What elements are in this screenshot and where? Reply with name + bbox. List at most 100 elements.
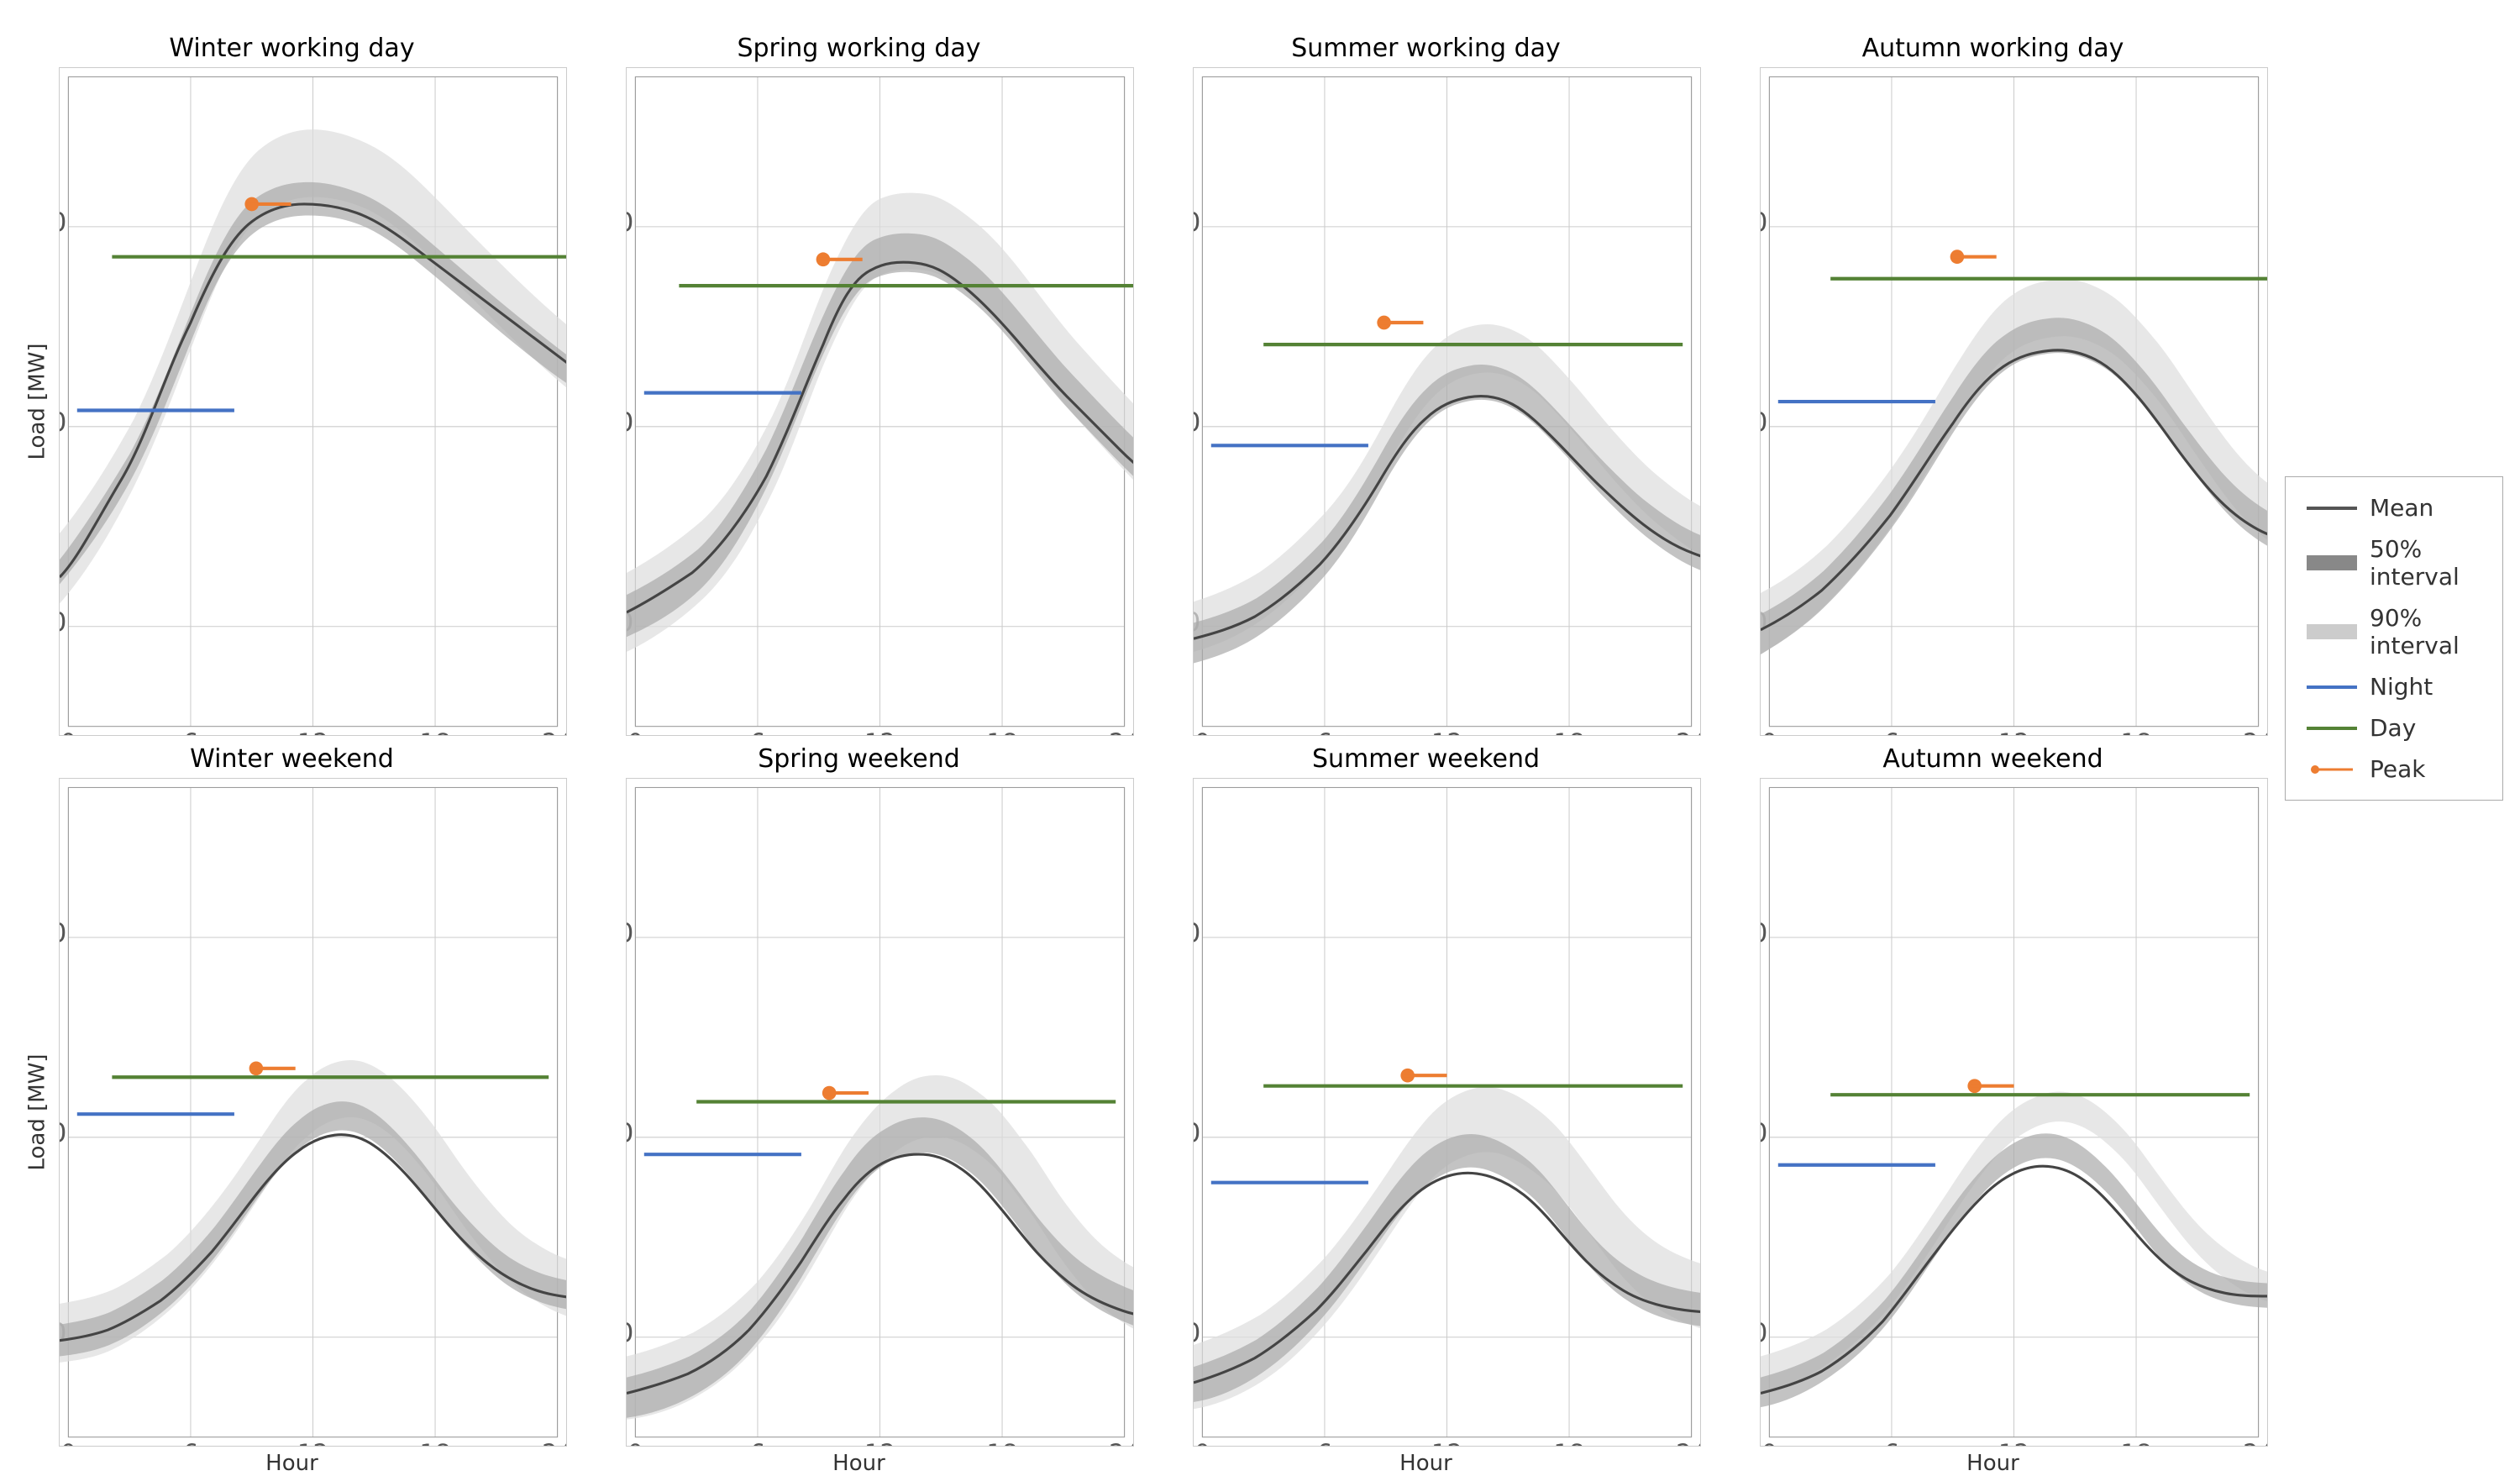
svg-text:0: 0 [627,728,643,735]
chart-spring-working: Spring working day600080001000006121824 [584,34,1134,736]
chart-title-summer-weekend: Summer weekend [1312,744,1540,774]
legend-line-4 [2307,727,2357,730]
svg-text:18: 18 [987,728,1018,735]
svg-text:8000: 8000 [627,407,633,438]
legend-line-0 [2307,507,2357,510]
legend-item-0: Mean [2307,494,2481,522]
svg-text:6000: 6000 [60,607,66,638]
legend-item-2: 90% interval [2307,604,2481,659]
legend-line-3 [2307,685,2357,689]
svg-text:0: 0 [60,1439,76,1446]
charts-area: Winter working dayLoad [MW]6000800010000… [17,34,2268,1243]
legend-label-2: 90% interval [2370,604,2481,659]
legend-band-2 [2307,624,2357,639]
svg-text:8000: 8000 [1761,407,1767,438]
xlabel-winter-weekend: Hour [265,1451,318,1476]
svg-text:10000: 10000 [60,207,66,238]
chart-winter-weekend: Winter weekendLoad [MW]60008000100000612… [17,744,567,1476]
legend-label-1: 50% interval [2370,535,2481,591]
svg-text:0: 0 [60,728,76,735]
svg-text:18: 18 [2121,1439,2152,1446]
svg-text:24: 24 [1676,728,1700,735]
svg-text:6: 6 [1884,1439,1900,1446]
svg-text:8000: 8000 [1761,1118,1767,1148]
svg-text:8000: 8000 [60,407,66,438]
svg-text:12: 12 [864,1439,895,1446]
chart-title-winter-weekend: Winter weekend [190,744,394,774]
svg-text:0: 0 [1761,728,1777,735]
svg-text:6: 6 [1317,1439,1333,1446]
chart-title-spring-weekend: Spring weekend [758,744,960,774]
legend-item-3: Night [2307,673,2481,701]
svg-text:8000: 8000 [1194,407,1200,438]
svg-text:8000: 8000 [627,1118,633,1148]
svg-text:12: 12 [1998,1439,2029,1446]
legend-item-1: 50% interval [2307,535,2481,591]
chart-area-autumn-working: 600080001000006121824 [1760,67,2268,736]
chart-summer-weekend: Summer weekend600080001000006121824Hour [1151,744,1701,1476]
svg-text:0: 0 [1761,1439,1777,1446]
chart-spring-weekend: Spring weekend600080001000006121824Hour [584,744,1134,1476]
chart-area-summer-working: 600080001000006121824 [1193,67,1701,736]
chart-title-summer-working: Summer working day [1291,34,1561,63]
ylabel: Load [MW] [25,1054,50,1171]
svg-text:6: 6 [183,1439,199,1446]
svg-text:24: 24 [542,728,566,735]
svg-text:12: 12 [1998,728,2029,735]
legend-band-1 [2307,555,2357,570]
svg-text:8000: 8000 [1194,1118,1200,1148]
svg-text:10000: 10000 [1761,207,1767,238]
svg-text:6: 6 [183,728,199,735]
svg-text:6: 6 [750,728,766,735]
svg-text:0: 0 [1194,728,1210,735]
legend-item-4: Day [2307,714,2481,742]
chart-area-winter-working: 6000 8000 10000 0 6 12 18 24 [59,67,567,736]
svg-text:18: 18 [1554,728,1585,735]
xlabel-summer-weekend: Hour [1399,1451,1452,1476]
chart-autumn-working: Autumn working day600080001000006121824 [1718,34,2268,736]
xlabel-autumn-weekend: Hour [1966,1451,2019,1476]
chart-area-autumn-weekend: 600080001000006121824 [1760,778,2268,1447]
svg-text:6000: 6000 [627,1318,633,1348]
legend-label-5: Peak [2370,755,2426,783]
svg-text:0: 0 [1194,1439,1210,1446]
chart-winter-working: Winter working day Load [MW] 6000 8000 10000… [17,34,567,736]
legend-box: Mean 50% interval 90% interval Night Day Peak [2285,476,2503,801]
svg-text:18: 18 [987,1439,1018,1446]
svg-text:0: 0 [627,1439,643,1446]
svg-text:12: 12 [297,1439,328,1446]
chart-area-spring-working: 600080001000006121824 [626,67,1134,736]
svg-text:24: 24 [2243,1439,2267,1446]
svg-text:24: 24 [1109,1439,1133,1446]
svg-text:8000: 8000 [60,1118,66,1148]
legend-area: Mean 50% interval 90% interval Night Day Peak [2268,34,2503,1243]
chart-title-autumn-weekend: Autumn weekend [1882,744,2103,774]
svg-text:6: 6 [750,1439,766,1446]
svg-text:10000: 10000 [627,207,633,238]
svg-text:10000: 10000 [1194,207,1200,238]
svg-text:12: 12 [297,728,328,735]
svg-text:18: 18 [420,1439,451,1446]
svg-text:24: 24 [542,1439,566,1446]
svg-text:6: 6 [1317,728,1333,735]
svg-text:24: 24 [1676,1439,1700,1446]
chart-title-spring-working: Spring working day [737,34,980,63]
svg-text:12: 12 [864,728,895,735]
chart-title-winter-working: Winter working day [169,34,414,63]
svg-text:10000: 10000 [60,918,66,948]
legend-label-3: Night [2370,673,2433,701]
svg-text:18: 18 [420,728,451,735]
main-container: Winter working dayLoad [MW]6000800010000… [0,0,2520,1260]
chart-autumn-weekend: Autumn weekend600080001000006121824Hour [1718,744,2268,1476]
svg-text:24: 24 [2243,728,2267,735]
svg-text:12: 12 [1431,1439,1462,1446]
legend-label-0: Mean [2370,494,2433,522]
legend-label-4: Day [2370,714,2416,742]
chart-area-summer-weekend: 600080001000006121824 [1193,778,1701,1447]
svg-text:12: 12 [1431,728,1462,735]
chart-summer-working: Summer working day600080001000006121824 [1151,34,1701,736]
chart-title-autumn-working: Autumn working day [1862,34,2124,63]
svg-text:10000: 10000 [627,918,633,948]
svg-text:18: 18 [2121,728,2152,735]
ylabel: Load [MW] [25,344,50,460]
